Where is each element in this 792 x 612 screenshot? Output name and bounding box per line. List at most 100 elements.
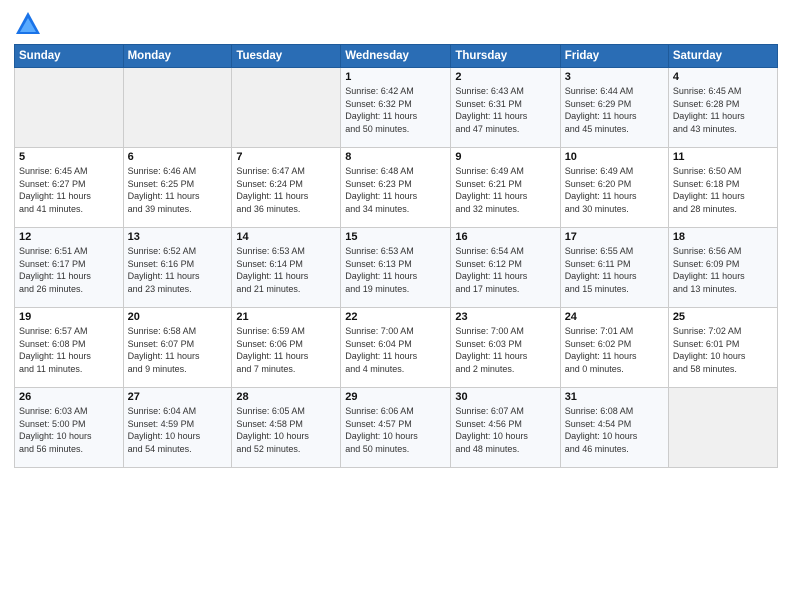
day-info: Sunrise: 6:55 AM Sunset: 6:11 PM Dayligh… xyxy=(565,245,664,295)
day-cell: 8 Sunrise: 6:48 AM Sunset: 6:23 PM Daylig… xyxy=(341,148,451,228)
day-cell: 12Sunrise: 6:51 AM Sunset: 6:17 PM Dayli… xyxy=(15,228,124,308)
day-info: Sunrise: 6:53 AM Sunset: 6:13 PM Dayligh… xyxy=(345,245,446,295)
logo-icon xyxy=(14,10,42,38)
weekday-header-wednesday: Wednesday xyxy=(341,45,451,68)
day-number: 24 xyxy=(565,311,664,323)
logo xyxy=(14,10,46,38)
day-number: 27 xyxy=(128,391,228,403)
day-cell: 25 Sunrise: 7:02 AM Sunset: 6:01 PM Dayli… xyxy=(668,308,777,388)
day-info: Sunrise: 6:48 AM Sunset: 6:23 PM Dayligh… xyxy=(345,165,446,215)
day-cell: 5 Sunrise: 6:45 AM Sunset: 6:27 PM Daylig… xyxy=(15,148,124,228)
week-row-4: 19 Sunrise: 6:57 AM Sunset: 6:08 PM Dayli… xyxy=(15,308,778,388)
day-number: 21 xyxy=(236,311,336,323)
day-info: Sunrise: 6:45 AM Sunset: 6:27 PM Dayligh… xyxy=(19,165,119,215)
day-cell: 1 Sunrise: 6:42 AM Sunset: 6:32 PM Daylig… xyxy=(341,68,451,148)
day-info: Sunrise: 6:04 AM Sunset: 4:59 PM Dayligh… xyxy=(128,405,228,455)
day-number: 2 xyxy=(455,71,555,83)
day-cell: 20 Sunrise: 6:58 AM Sunset: 6:07 PM Dayli… xyxy=(123,308,232,388)
day-cell: 17 Sunrise: 6:55 AM Sunset: 6:11 PM Dayli… xyxy=(560,228,668,308)
day-info: Sunrise: 6:52 AM Sunset: 6:16 PM Dayligh… xyxy=(128,245,228,295)
day-cell: 6 Sunrise: 6:46 AM Sunset: 6:25 PM Daylig… xyxy=(123,148,232,228)
day-number: 5 xyxy=(19,151,119,163)
day-info: Sunrise: 6:44 AM Sunset: 6:29 PM Dayligh… xyxy=(565,85,664,135)
day-cell xyxy=(15,68,124,148)
day-info: Sunrise: 6:53 AM Sunset: 6:14 PM Dayligh… xyxy=(236,245,336,295)
day-number: 16 xyxy=(455,231,555,243)
day-info: Sunrise: 7:02 AM Sunset: 6:01 PM Dayligh… xyxy=(673,325,773,375)
week-row-3: 12Sunrise: 6:51 AM Sunset: 6:17 PM Dayli… xyxy=(15,228,778,308)
day-cell: 11 Sunrise: 6:50 AM Sunset: 6:18 PM Dayli… xyxy=(668,148,777,228)
day-info: Sunrise: 6:59 AM Sunset: 6:06 PM Dayligh… xyxy=(236,325,336,375)
day-number: 1 xyxy=(345,71,446,83)
weekday-header-monday: Monday xyxy=(123,45,232,68)
day-info: Sunrise: 6:05 AM Sunset: 4:58 PM Dayligh… xyxy=(236,405,336,455)
day-number: 28 xyxy=(236,391,336,403)
day-info: Sunrise: 7:00 AM Sunset: 6:03 PM Dayligh… xyxy=(455,325,555,375)
day-info: Sunrise: 6:51 AM Sunset: 6:17 PM Dayligh… xyxy=(19,245,119,295)
day-number: 17 xyxy=(565,231,664,243)
day-number: 25 xyxy=(673,311,773,323)
day-number: 29 xyxy=(345,391,446,403)
day-info: Sunrise: 6:06 AM Sunset: 4:57 PM Dayligh… xyxy=(345,405,446,455)
day-info: Sunrise: 6:58 AM Sunset: 6:07 PM Dayligh… xyxy=(128,325,228,375)
day-cell: 19 Sunrise: 6:57 AM Sunset: 6:08 PM Dayli… xyxy=(15,308,124,388)
day-cell: 23 Sunrise: 7:00 AM Sunset: 6:03 PM Dayli… xyxy=(451,308,560,388)
day-info: Sunrise: 6:47 AM Sunset: 6:24 PM Dayligh… xyxy=(236,165,336,215)
day-number: 13 xyxy=(128,231,228,243)
day-number: 8 xyxy=(345,151,446,163)
day-number: 22 xyxy=(345,311,446,323)
day-cell: 18Sunrise: 6:56 AM Sunset: 6:09 PM Dayli… xyxy=(668,228,777,308)
day-info: Sunrise: 6:45 AM Sunset: 6:28 PM Dayligh… xyxy=(673,85,773,135)
day-cell: 16 Sunrise: 6:54 AM Sunset: 6:12 PM Dayli… xyxy=(451,228,560,308)
day-number: 9 xyxy=(455,151,555,163)
day-number: 10 xyxy=(565,151,664,163)
day-info: Sunrise: 6:56 AM Sunset: 6:09 PM Dayligh… xyxy=(673,245,773,295)
day-number: 31 xyxy=(565,391,664,403)
week-row-5: 26Sunrise: 6:03 AM Sunset: 5:00 PM Dayli… xyxy=(15,388,778,468)
calendar-table: SundayMondayTuesdayWednesdayThursdayFrid… xyxy=(14,44,778,468)
day-info: Sunrise: 6:54 AM Sunset: 6:12 PM Dayligh… xyxy=(455,245,555,295)
day-cell: 30Sunrise: 6:07 AM Sunset: 4:56 PM Dayli… xyxy=(451,388,560,468)
day-cell: 7 Sunrise: 6:47 AM Sunset: 6:24 PM Daylig… xyxy=(232,148,341,228)
week-row-2: 5 Sunrise: 6:45 AM Sunset: 6:27 PM Daylig… xyxy=(15,148,778,228)
day-cell: 24 Sunrise: 7:01 AM Sunset: 6:02 PM Dayli… xyxy=(560,308,668,388)
day-number: 3 xyxy=(565,71,664,83)
day-cell: 22 Sunrise: 7:00 AM Sunset: 6:04 PM Dayli… xyxy=(341,308,451,388)
day-info: Sunrise: 6:03 AM Sunset: 5:00 PM Dayligh… xyxy=(19,405,119,455)
day-cell: 4 Sunrise: 6:45 AM Sunset: 6:28 PM Daylig… xyxy=(668,68,777,148)
day-number: 23 xyxy=(455,311,555,323)
weekday-header-sunday: Sunday xyxy=(15,45,124,68)
page: SundayMondayTuesdayWednesdayThursdayFrid… xyxy=(0,0,792,612)
header xyxy=(14,10,778,38)
day-cell: 31Sunrise: 6:08 AM Sunset: 4:54 PM Dayli… xyxy=(560,388,668,468)
day-number: 4 xyxy=(673,71,773,83)
day-number: 6 xyxy=(128,151,228,163)
day-info: Sunrise: 6:43 AM Sunset: 6:31 PM Dayligh… xyxy=(455,85,555,135)
day-info: Sunrise: 6:46 AM Sunset: 6:25 PM Dayligh… xyxy=(128,165,228,215)
day-info: Sunrise: 7:00 AM Sunset: 6:04 PM Dayligh… xyxy=(345,325,446,375)
day-number: 15 xyxy=(345,231,446,243)
day-number: 14 xyxy=(236,231,336,243)
day-number: 20 xyxy=(128,311,228,323)
day-number: 19 xyxy=(19,311,119,323)
day-cell: 14 Sunrise: 6:53 AM Sunset: 6:14 PM Dayli… xyxy=(232,228,341,308)
day-info: Sunrise: 6:49 AM Sunset: 6:20 PM Dayligh… xyxy=(565,165,664,215)
day-cell xyxy=(668,388,777,468)
day-info: Sunrise: 6:07 AM Sunset: 4:56 PM Dayligh… xyxy=(455,405,555,455)
day-cell xyxy=(123,68,232,148)
day-cell: 2 Sunrise: 6:43 AM Sunset: 6:31 PM Daylig… xyxy=(451,68,560,148)
weekday-header-thursday: Thursday xyxy=(451,45,560,68)
weekday-header-row: SundayMondayTuesdayWednesdayThursdayFrid… xyxy=(15,45,778,68)
day-cell: 3 Sunrise: 6:44 AM Sunset: 6:29 PM Daylig… xyxy=(560,68,668,148)
weekday-header-tuesday: Tuesday xyxy=(232,45,341,68)
day-info: Sunrise: 6:57 AM Sunset: 6:08 PM Dayligh… xyxy=(19,325,119,375)
day-info: Sunrise: 6:50 AM Sunset: 6:18 PM Dayligh… xyxy=(673,165,773,215)
day-info: Sunrise: 6:42 AM Sunset: 6:32 PM Dayligh… xyxy=(345,85,446,135)
weekday-header-friday: Friday xyxy=(560,45,668,68)
day-info: Sunrise: 7:01 AM Sunset: 6:02 PM Dayligh… xyxy=(565,325,664,375)
day-cell: 15 Sunrise: 6:53 AM Sunset: 6:13 PM Dayli… xyxy=(341,228,451,308)
day-number: 7 xyxy=(236,151,336,163)
day-number: 11 xyxy=(673,151,773,163)
week-row-1: 1 Sunrise: 6:42 AM Sunset: 6:32 PM Daylig… xyxy=(15,68,778,148)
day-cell: 9Sunrise: 6:49 AM Sunset: 6:21 PM Daylig… xyxy=(451,148,560,228)
